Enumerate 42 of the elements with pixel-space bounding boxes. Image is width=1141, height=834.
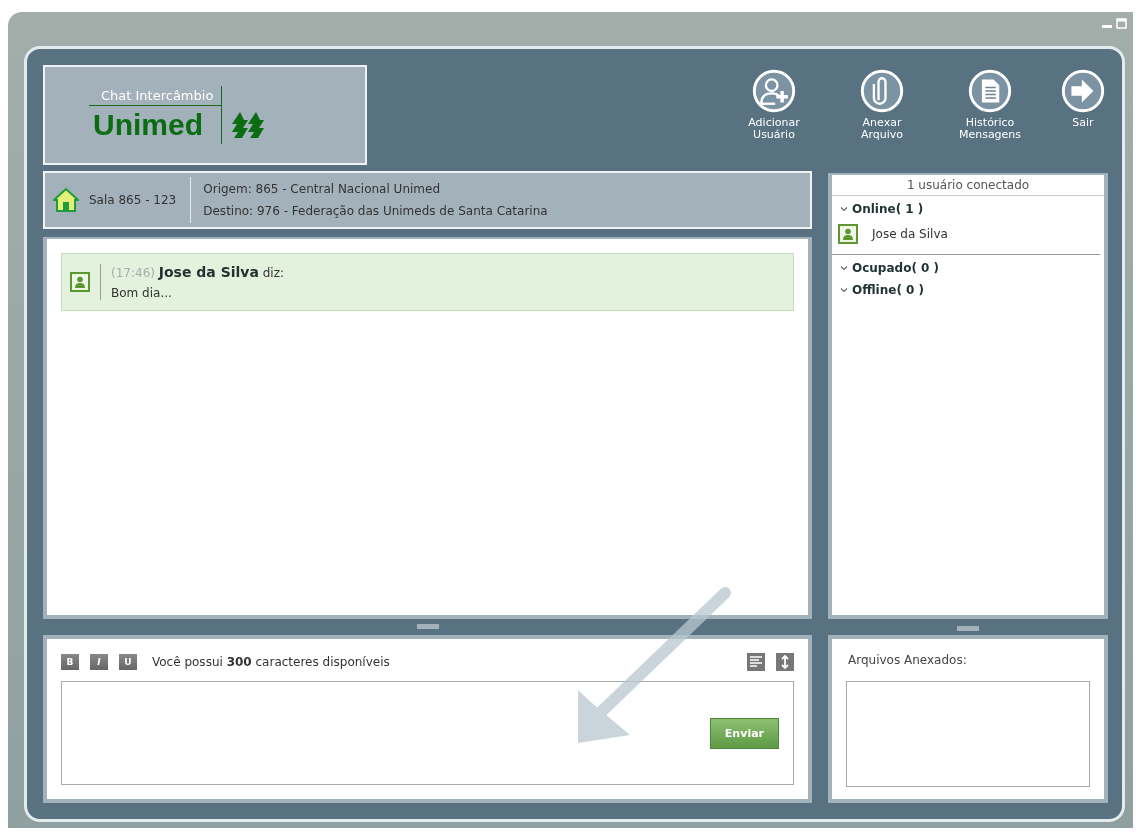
send-button[interactable]: Enviar xyxy=(709,717,779,749)
bold-button[interactable]: B xyxy=(61,654,79,670)
align-left-icon[interactable] xyxy=(747,653,765,671)
user-group-label[interactable]: Ocupado( 0 ) xyxy=(852,261,940,275)
document-icon xyxy=(968,69,1012,113)
message-input[interactable]: Enviar xyxy=(61,681,794,785)
maximize-icon[interactable] xyxy=(1116,18,1127,29)
chevron-icon[interactable] xyxy=(840,205,848,213)
user-group-label[interactable]: Offline( 0 ) xyxy=(852,283,925,297)
user-avatar-icon xyxy=(838,224,858,244)
logo-subtitle: Chat Intercâmbio xyxy=(89,86,223,106)
user-name[interactable]: Jose da Silva xyxy=(872,227,948,241)
toolbar-button[interactable]: Anexar Arquivo xyxy=(842,69,922,141)
logo-wordmark: Unimed xyxy=(89,106,223,144)
toolbar-button[interactable]: Adicionar Usuário xyxy=(734,69,814,141)
italic-button[interactable]: I xyxy=(90,654,108,670)
minimize-icon[interactable] xyxy=(1102,25,1112,29)
destination-text: Destino: 976 - Federação das Unimeds de Santa Catarina xyxy=(203,204,548,218)
origin-text: Origem: 865 - Central Nacional Unimed xyxy=(203,182,441,196)
toolbar-button[interactable]: Sair xyxy=(1058,69,1108,129)
arrow-right-icon xyxy=(1061,69,1105,113)
message-author: Jose da Silva xyxy=(158,264,259,280)
user-group-label[interactable]: Online( 1 ) xyxy=(852,202,924,216)
splitter-handle[interactable] xyxy=(416,624,439,629)
connected-count: 1 usuário conectado xyxy=(832,175,1104,196)
user-avatar-icon xyxy=(70,272,90,292)
resize-icon[interactable] xyxy=(776,653,794,671)
chevron-icon[interactable] xyxy=(840,264,848,272)
paperclip-icon xyxy=(860,69,904,113)
room-name: Sala 865 - 123 xyxy=(88,193,178,207)
attachments-label: Arquivos Anexados: xyxy=(847,653,968,667)
attachments-list[interactable] xyxy=(846,681,1090,787)
message-verb: diz: xyxy=(262,266,285,280)
splitter-handle[interactable] xyxy=(957,626,979,631)
toolbar-button[interactable]: Histórico Mensagens xyxy=(950,69,1030,141)
add-user-icon xyxy=(752,69,796,113)
message-time: (17:46) xyxy=(111,266,155,280)
message-text: Bom dia... xyxy=(111,286,173,300)
chevron-icon[interactable] xyxy=(840,286,848,294)
home-icon xyxy=(53,187,79,213)
character-counter: Você possui 300 caracteres disponíveis xyxy=(152,655,390,669)
underline-button[interactable]: U xyxy=(119,654,137,670)
